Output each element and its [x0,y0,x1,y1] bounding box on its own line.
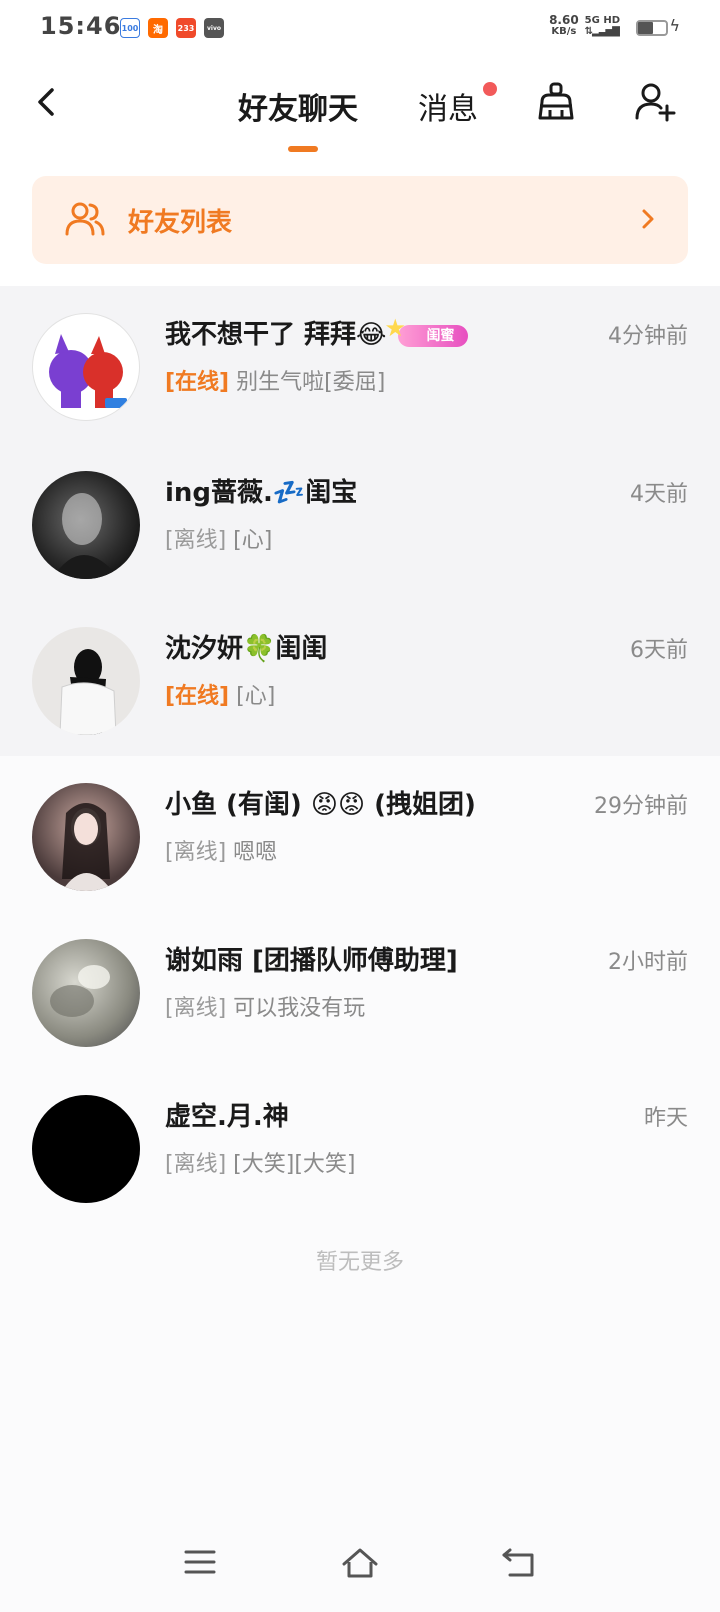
status-offline: [离线] [165,996,227,1021]
chat-preview: [在线] [心] [165,678,275,710]
tab-messages[interactable]: 消息 [418,84,478,128]
unread-dot [483,82,497,96]
status-online: [在线] [165,684,230,709]
signal-icon: 5G HD ⇅▂▃▅▇ [584,15,620,37]
top-header: 好友聊天 消息 [0,56,720,166]
chat-preview: [离线] 嗯嗯 [165,834,277,866]
avatar [32,627,140,735]
status-online: [在线] [165,370,230,395]
tag-label: 闺蜜 [426,327,455,344]
friends-icon [65,202,105,236]
status-bar: 15:46 100 淘 233 vivo 8.60 KB/s 5G HD ⇅▂▃… [0,0,720,56]
chat-item[interactable]: 我不想干了 拜拜😂 ★ 闺蜜 4分钟前 [在线] 别生气啦[委屈] [0,286,720,444]
chevron-right-icon [642,209,654,229]
preview-text: 可以我没有玩 [233,996,366,1021]
star-icon: ★ [384,313,406,342]
back-icon[interactable] [30,84,66,120]
chat-item[interactable]: ing蔷薇.💤闺宝 4天前 [离线] [心] [0,444,720,600]
vivo-icon: vivo [204,18,224,38]
status-app-icons: 100 淘 233 vivo [120,18,224,38]
back-nav-icon[interactable] [500,1542,540,1582]
avatar [32,313,140,421]
home-icon[interactable] [340,1542,380,1582]
chat-name: 我不想干了 拜拜😂 ★ 闺蜜 [165,314,469,351]
chat-item[interactable]: 小鱼 (有闺) 😡😡 (拽姐团) 29分钟前 [离线] 嗯嗯 [0,756,720,912]
chat-time: 6天前 [630,638,688,663]
charging-icon: ϟ [669,16,680,35]
system-nav-bar [0,1516,720,1612]
preview-text: [心] [236,684,276,709]
chat-name: 小鱼 (有闺) 😡😡 (拽姐团) [165,790,476,820]
network-type: 5G HD [584,15,620,26]
broom-clean-icon[interactable] [534,80,578,124]
chat-name: 虚空.月.神 [165,1102,289,1132]
active-tab-indicator [288,146,318,152]
chat-time: 4分钟前 [608,324,688,349]
chat-name-text: 我不想干了 拜拜😂 [165,320,387,350]
chat-preview: [在线] 别生气啦[委屈] [165,364,385,396]
chat-name: ing蔷薇.💤闺宝 [165,478,358,508]
menu-icon[interactable] [180,1542,220,1582]
friend-list-label: 好友列表 [128,208,233,238]
avatar [32,939,140,1047]
avatar [32,471,140,579]
chat-item[interactable]: 虚空.月.神 昨天 [离线] [大笑][大笑] [0,1068,720,1224]
status-offline: [离线] [165,840,227,865]
avatar [32,1095,140,1203]
preview-text: 别生气啦[委屈] [236,370,386,395]
chat-item[interactable]: 谢如雨 [团播队师傅助理] 2小时前 [离线] 可以我没有玩 [0,912,720,1068]
preview-text: [心] [233,528,273,553]
add-friend-icon[interactable] [634,80,678,124]
preview-text: [大笑][大笑] [233,1152,356,1177]
chat-time: 4天前 [630,482,688,507]
chat-list: 我不想干了 拜拜😂 ★ 闺蜜 4分钟前 [在线] 别生气啦[委屈] ing蔷薇.💤闺… [0,286,720,1224]
game-233-icon: 233 [176,18,196,38]
friend-list-section: 好友列表 [0,166,720,286]
chat-name: 谢如雨 [团播队师傅助理] [165,946,458,976]
chat-time: 2小时前 [608,950,688,975]
status-time: 15:46 [40,12,122,40]
status-offline: [离线] [165,1152,227,1177]
battery-icon [636,20,668,36]
app-100-icon: 100 [120,18,140,38]
network-status: 8.60 KB/s 5G HD ⇅▂▃▅▇ [549,14,620,38]
net-speed-value: 8.60 [549,13,579,27]
taobao-icon: 淘 [148,18,168,38]
chat-item[interactable]: 沈汐妍🍀闺闺 6天前 [在线] [心] [0,600,720,756]
chat-preview: [离线] [大笑][大笑] [165,1146,356,1178]
chat-preview: [离线] 可以我没有玩 [165,990,365,1022]
chat-preview: [离线] [心] [165,522,272,554]
net-speed-unit: KB/s [551,26,577,37]
chat-time: 昨天 [643,1106,688,1131]
preview-text: 嗯嗯 [233,840,278,865]
friend-list-button[interactable]: 好友列表 [32,176,688,264]
net-speed: 8.60 KB/s [549,14,579,38]
tab-friend-chat[interactable]: 好友聊天 [238,84,358,128]
chat-name: 沈汐妍🍀闺闺 [165,634,328,664]
avatar [32,783,140,891]
no-more-text: 暂无更多 [315,1250,404,1275]
status-offline: [离线] [165,528,227,553]
chat-time: 29分钟前 [594,794,688,819]
bestie-tag-badge: ★ 闺蜜 [384,316,469,347]
